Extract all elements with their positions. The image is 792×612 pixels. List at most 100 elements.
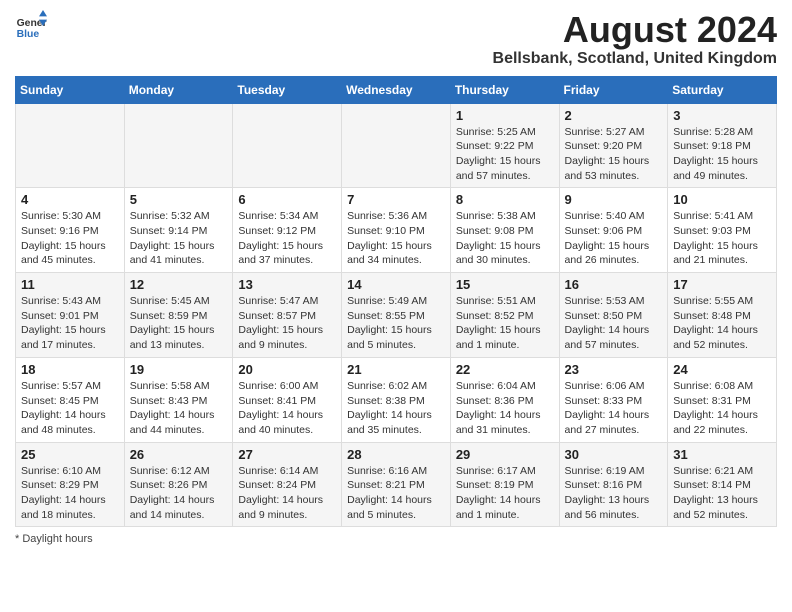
week-row-1: 1Sunrise: 5:25 AMSunset: 9:22 PMDaylight… <box>16 103 777 188</box>
day-number: 26 <box>130 447 228 462</box>
calendar-body: 1Sunrise: 5:25 AMSunset: 9:22 PMDaylight… <box>16 103 777 527</box>
day-number: 17 <box>673 277 771 292</box>
day-number: 29 <box>456 447 554 462</box>
calendar-cell: 26 Sunrise: 6:12 AMSunset: 8:26 PMDayligh… <box>124 442 233 527</box>
day-number: 28 <box>347 447 445 462</box>
day-number: 31 <box>673 447 771 462</box>
day-info: Sunrise: 6:00 AMSunset: 8:41 PMDaylight:… <box>238 379 336 438</box>
calendar-cell: 22Sunrise: 6:04 AMSunset: 8:36 PMDayligh… <box>450 357 559 442</box>
day-number: 24 <box>673 362 771 377</box>
calendar-cell: 3 Sunrise: 5:28 AMSunset: 9:18 PMDaylight… <box>668 103 777 188</box>
calendar-cell: 11 Sunrise: 5:43 AMSunset: 9:01 PMDayligh… <box>16 273 125 358</box>
calendar-cell: 21 Sunrise: 6:02 AMSunset: 8:38 PMDayligh… <box>342 357 451 442</box>
day-number: 3 <box>673 108 771 123</box>
day-info: Sunrise: 6:16 AMSunset: 8:21 PMDaylight:… <box>347 464 445 523</box>
calendar-header: SundayMondayTuesdayWednesdayThursdayFrid… <box>16 76 777 103</box>
calendar-cell <box>342 103 451 188</box>
day-info: Sunrise: 5:58 AMSunset: 8:43 PMDaylight:… <box>130 379 228 438</box>
calendar-cell: 27 Sunrise: 6:14 AMSunset: 8:24 PMDayligh… <box>233 442 342 527</box>
day-number: 22 <box>456 362 554 377</box>
day-info: Sunrise: 6:08 AMSunset: 8:31 PMDaylight:… <box>673 379 771 438</box>
calendar-cell <box>124 103 233 188</box>
calendar-cell <box>233 103 342 188</box>
day-info: Sunrise: 5:38 AMSunset: 9:08 PMDaylight:… <box>456 209 554 268</box>
day-number: 7 <box>347 192 445 207</box>
calendar-cell: 29Sunrise: 6:17 AMSunset: 8:19 PMDayligh… <box>450 442 559 527</box>
svg-text:Blue: Blue <box>17 29 40 40</box>
day-info: Sunrise: 5:47 AMSunset: 8:57 PMDaylight:… <box>238 294 336 353</box>
day-info: Sunrise: 6:21 AMSunset: 8:14 PMDaylight:… <box>673 464 771 523</box>
header-day-sunday: Sunday <box>16 76 125 103</box>
page-subtitle: Bellsbank, Scotland, United Kingdom <box>493 50 777 68</box>
day-number: 9 <box>565 192 663 207</box>
logo: General Blue <box>15 10 47 42</box>
day-info: Sunrise: 5:51 AMSunset: 8:52 PMDaylight:… <box>456 294 554 353</box>
calendar-cell: 18 Sunrise: 5:57 AMSunset: 8:45 PMDayligh… <box>16 357 125 442</box>
week-row-2: 4 Sunrise: 5:30 AMSunset: 9:16 PMDaylight… <box>16 188 777 273</box>
day-info: Sunrise: 5:36 AMSunset: 9:10 PMDaylight:… <box>347 209 445 268</box>
page-title: August 2024 <box>493 10 777 50</box>
day-number: 25 <box>21 447 119 462</box>
week-row-3: 11 Sunrise: 5:43 AMSunset: 9:01 PMDayligh… <box>16 273 777 358</box>
day-number: 10 <box>673 192 771 207</box>
header-day-friday: Friday <box>559 76 668 103</box>
calendar-cell: 19 Sunrise: 5:58 AMSunset: 8:43 PMDayligh… <box>124 357 233 442</box>
day-info: Sunrise: 6:14 AMSunset: 8:24 PMDaylight:… <box>238 464 336 523</box>
calendar-cell: 10 Sunrise: 5:41 AMSunset: 9:03 PMDayligh… <box>668 188 777 273</box>
calendar-cell: 25Sunrise: 6:10 AMSunset: 8:29 PMDayligh… <box>16 442 125 527</box>
day-number: 4 <box>21 192 119 207</box>
day-info: Sunrise: 5:34 AMSunset: 9:12 PMDaylight:… <box>238 209 336 268</box>
calendar-cell: 16 Sunrise: 5:53 AMSunset: 8:50 PMDayligh… <box>559 273 668 358</box>
day-number: 19 <box>130 362 228 377</box>
day-number: 1 <box>456 108 554 123</box>
day-number: 12 <box>130 277 228 292</box>
day-number: 27 <box>238 447 336 462</box>
calendar-cell: 7 Sunrise: 5:36 AMSunset: 9:10 PMDaylight… <box>342 188 451 273</box>
day-info: Sunrise: 5:41 AMSunset: 9:03 PMDaylight:… <box>673 209 771 268</box>
day-info: Sunrise: 5:55 AMSunset: 8:48 PMDaylight:… <box>673 294 771 353</box>
header-day-tuesday: Tuesday <box>233 76 342 103</box>
week-row-4: 18 Sunrise: 5:57 AMSunset: 8:45 PMDayligh… <box>16 357 777 442</box>
day-number: 5 <box>130 192 228 207</box>
calendar-cell: 24 Sunrise: 6:08 AMSunset: 8:31 PMDayligh… <box>668 357 777 442</box>
logo-icon: General Blue <box>15 10 47 42</box>
day-info: Sunrise: 5:53 AMSunset: 8:50 PMDaylight:… <box>565 294 663 353</box>
day-info: Sunrise: 6:06 AMSunset: 8:33 PMDaylight:… <box>565 379 663 438</box>
day-info: Sunrise: 6:02 AMSunset: 8:38 PMDaylight:… <box>347 379 445 438</box>
day-number: 6 <box>238 192 336 207</box>
day-number: 13 <box>238 277 336 292</box>
header-day-thursday: Thursday <box>450 76 559 103</box>
day-number: 16 <box>565 277 663 292</box>
day-info: Sunrise: 5:30 AMSunset: 9:16 PMDaylight:… <box>21 209 119 268</box>
calendar-cell: 31 Sunrise: 6:21 AMSunset: 8:14 PMDayligh… <box>668 442 777 527</box>
calendar-cell: 8 Sunrise: 5:38 AMSunset: 9:08 PMDaylight… <box>450 188 559 273</box>
day-number: 20 <box>238 362 336 377</box>
calendar-cell: 28 Sunrise: 6:16 AMSunset: 8:21 PMDayligh… <box>342 442 451 527</box>
day-info: Sunrise: 5:45 AMSunset: 8:59 PMDaylight:… <box>130 294 228 353</box>
day-number: 2 <box>565 108 663 123</box>
day-number: 18 <box>21 362 119 377</box>
calendar-cell: 6 Sunrise: 5:34 AMSunset: 9:12 PMDaylight… <box>233 188 342 273</box>
footer-note-text: Daylight hours <box>22 533 92 545</box>
day-info: Sunrise: 5:27 AMSunset: 9:20 PMDaylight:… <box>565 125 663 184</box>
calendar-cell <box>16 103 125 188</box>
day-info: Sunrise: 5:32 AMSunset: 9:14 PMDaylight:… <box>130 209 228 268</box>
day-info: Sunrise: 5:28 AMSunset: 9:18 PMDaylight:… <box>673 125 771 184</box>
footer-note: * Daylight hours <box>15 533 777 545</box>
day-number: 8 <box>456 192 554 207</box>
calendar-cell: 5 Sunrise: 5:32 AMSunset: 9:14 PMDaylight… <box>124 188 233 273</box>
day-number: 23 <box>565 362 663 377</box>
day-info: Sunrise: 5:57 AMSunset: 8:45 PMDaylight:… <box>21 379 119 438</box>
calendar-cell: 13 Sunrise: 5:47 AMSunset: 8:57 PMDayligh… <box>233 273 342 358</box>
day-number: 21 <box>347 362 445 377</box>
calendar-cell: 17 Sunrise: 5:55 AMSunset: 8:48 PMDayligh… <box>668 273 777 358</box>
calendar-cell: 30Sunrise: 6:19 AMSunset: 8:16 PMDayligh… <box>559 442 668 527</box>
calendar-table: SundayMondayTuesdayWednesdayThursdayFrid… <box>15 76 777 528</box>
day-info: Sunrise: 6:12 AMSunset: 8:26 PMDaylight:… <box>130 464 228 523</box>
day-number: 15 <box>456 277 554 292</box>
calendar-cell: 14Sunrise: 5:49 AMSunset: 8:55 PMDayligh… <box>342 273 451 358</box>
day-number: 11 <box>21 277 119 292</box>
day-info: Sunrise: 5:43 AMSunset: 9:01 PMDaylight:… <box>21 294 119 353</box>
calendar-cell: 20 Sunrise: 6:00 AMSunset: 8:41 PMDayligh… <box>233 357 342 442</box>
header-day-monday: Monday <box>124 76 233 103</box>
